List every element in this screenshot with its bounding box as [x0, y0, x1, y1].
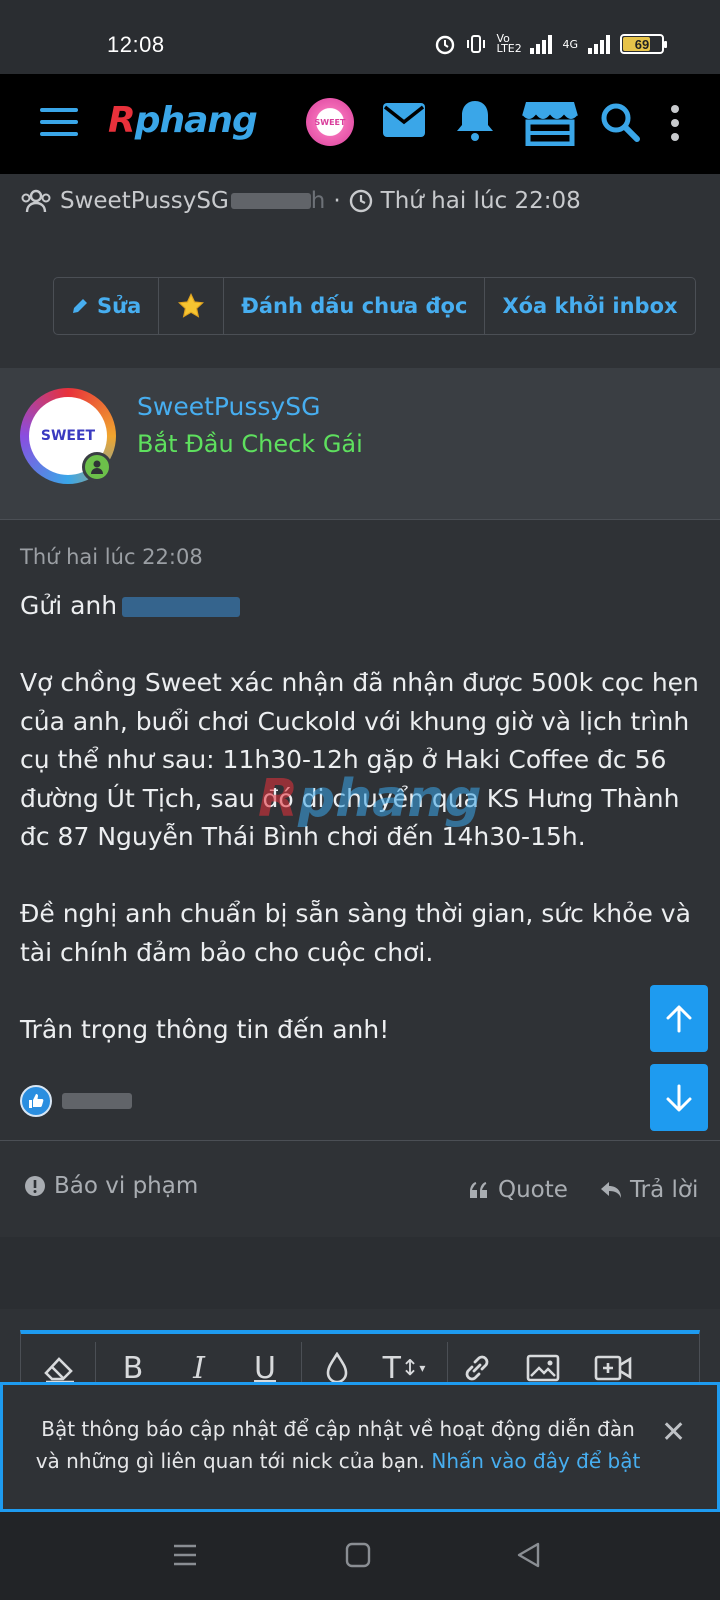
- redacted-reactors: [62, 1093, 132, 1109]
- image-icon[interactable]: [523, 1350, 563, 1386]
- online-status-icon: [82, 452, 112, 482]
- reactions-row[interactable]: [20, 1085, 132, 1117]
- thread-time: Thứ hai lúc 22:08: [380, 188, 581, 214]
- mark-unread-label: Đánh dấu chưa đọc: [241, 294, 468, 318]
- back-icon[interactable]: [515, 1541, 541, 1569]
- arrow-down-icon: [666, 1084, 692, 1111]
- meta-separator: ·: [333, 188, 341, 214]
- pencil-icon: [73, 299, 87, 313]
- clock-icon: [349, 189, 372, 213]
- toolbar-divider: [301, 1342, 302, 1386]
- author-title: Bắt Đầu Check Gái: [137, 430, 363, 458]
- remove-inbox-button[interactable]: Xóa khỏi inbox: [485, 278, 694, 334]
- bold-icon[interactable]: B: [113, 1350, 153, 1386]
- author-name[interactable]: SweetPussySG: [137, 392, 320, 421]
- quote-label: Quote: [498, 1177, 568, 1203]
- network-label: 4G: [562, 37, 578, 51]
- app-header: Rphang SWEET: [0, 74, 720, 174]
- close-icon[interactable]: ✕: [661, 1415, 686, 1450]
- mail-icon[interactable]: [382, 102, 426, 138]
- volte-label: Vo LTE2: [496, 32, 522, 55]
- toolbar-divider: [447, 1342, 448, 1386]
- redacted-name: [230, 193, 311, 209]
- user-avatar-button[interactable]: SWEET: [306, 98, 354, 146]
- reply-label: Trả lời: [630, 1177, 699, 1203]
- watermark-logo: Rphang: [258, 769, 482, 829]
- more-icon[interactable]: [670, 104, 680, 142]
- report-button[interactable]: Báo vi phạm: [24, 1173, 198, 1199]
- italic-icon[interactable]: I: [179, 1350, 219, 1386]
- vibrate-icon: [467, 35, 486, 53]
- message-body: Thứ hai lúc 22:08 Gửi anh Vợ chồng Sweet…: [0, 521, 720, 1237]
- battery-level: 69: [634, 36, 650, 52]
- quote-icon: [470, 1182, 487, 1198]
- arrow-up-icon: [666, 1005, 692, 1032]
- remove-inbox-label: Xóa khỏi inbox: [502, 294, 678, 318]
- scroll-bottom-button[interactable]: [650, 1064, 708, 1131]
- search-icon[interactable]: [600, 102, 640, 142]
- recents-icon[interactable]: [172, 1542, 198, 1568]
- message-footer: Báo vi phạm Quote Trả lời: [0, 1140, 720, 1237]
- report-label: Báo vi phạm: [54, 1173, 199, 1199]
- status-bar: 12:08 Vo LTE2 4G 69: [0, 0, 720, 74]
- participants[interactable]: SweetPussySG: [60, 188, 229, 214]
- eraser-icon[interactable]: [39, 1350, 79, 1386]
- scroll-top-button[interactable]: [650, 985, 708, 1052]
- reply-button[interactable]: Trả lời: [600, 1177, 698, 1203]
- edit-label: Sửa: [97, 294, 142, 318]
- alert-icon: [25, 1176, 45, 1196]
- message-author-header: SWEET SweetPussySG Bắt Đầu Check Gái: [0, 368, 720, 520]
- color-drop-icon[interactable]: [317, 1350, 357, 1386]
- quote-button[interactable]: Quote: [470, 1177, 568, 1203]
- participants-tail: h: [310, 188, 326, 214]
- banner-text: Bật thông báo cập nhật để cập nhật về ho…: [33, 1413, 643, 1477]
- underline-icon[interactable]: U: [245, 1350, 285, 1386]
- battery-icon: 69: [620, 34, 667, 54]
- star-icon: [178, 292, 205, 318]
- users-icon: [21, 189, 51, 213]
- push-notification-banner: Bật thông báo cập nhật để cập nhật về ho…: [0, 1382, 720, 1512]
- toolbar-divider: [95, 1342, 96, 1386]
- thread-meta: SweetPussySG h · Thứ hai lúc 22:08: [20, 188, 581, 214]
- edit-button[interactable]: Sửa: [54, 278, 160, 334]
- site-logo[interactable]: Rphang: [108, 100, 258, 141]
- logo-first-letter: R: [108, 100, 136, 141]
- video-icon[interactable]: [591, 1350, 635, 1386]
- alarm-icon: [436, 35, 455, 55]
- reply-editor-toolbar: B I U T ↕ ▾: [20, 1330, 700, 1390]
- signal-icon-2: [588, 34, 610, 54]
- watermark-rest: phang: [298, 769, 482, 829]
- status-time: 12:08: [107, 32, 165, 57]
- mark-unread-button[interactable]: Đánh dấu chưa đọc: [224, 278, 486, 334]
- store-icon[interactable]: [522, 98, 578, 146]
- system-nav-bar: [0, 1512, 720, 1600]
- enable-notifications-link[interactable]: Nhấn vào đây để bật: [431, 1449, 640, 1473]
- menu-icon[interactable]: [40, 106, 78, 138]
- logo-rest: phang: [134, 100, 258, 141]
- watermark-first: R: [258, 769, 299, 829]
- status-icons: Vo LTE2 4G 69: [434, 32, 667, 55]
- bell-icon[interactable]: [455, 98, 495, 142]
- signal-icon: [530, 34, 553, 54]
- text-size-icon[interactable]: T ↕ ▾: [377, 1350, 431, 1386]
- thread-actions: Sửa Đánh dấu chưa đọc Xóa khỏi inbox: [53, 277, 696, 335]
- thumbs-up-icon: [20, 1085, 52, 1117]
- author-avatar-text: SWEET: [40, 428, 96, 444]
- reply-icon: [601, 1182, 621, 1198]
- link-icon[interactable]: [457, 1350, 497, 1386]
- redacted-mention: [122, 597, 240, 617]
- avatar-label: SWEET: [314, 117, 346, 127]
- section-gap: [0, 1237, 720, 1309]
- star-button[interactable]: [159, 278, 225, 334]
- home-icon[interactable]: [345, 1542, 371, 1568]
- message-date: Thứ hai lúc 22:08: [20, 545, 203, 569]
